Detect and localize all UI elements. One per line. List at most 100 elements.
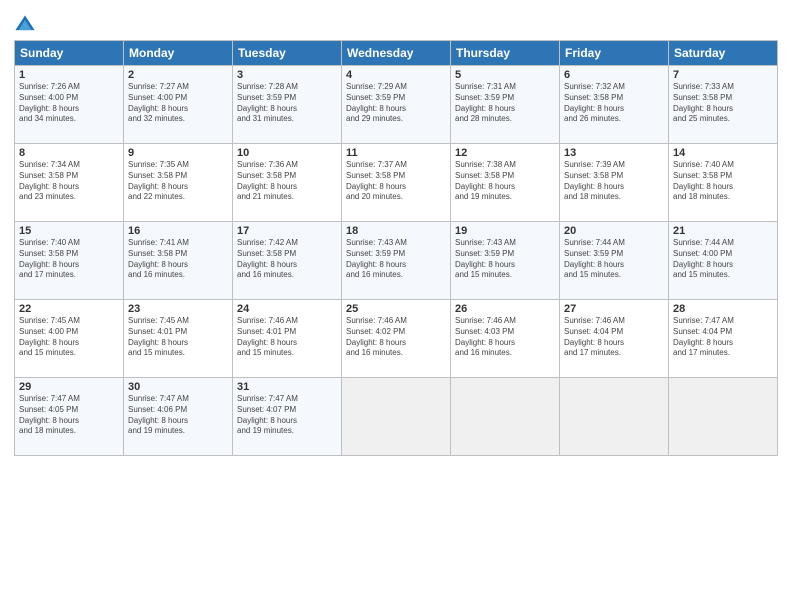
day-info: Sunrise: 7:46 AM Sunset: 4:03 PM Dayligh… xyxy=(455,316,555,359)
calendar-table: SundayMondayTuesdayWednesdayThursdayFrid… xyxy=(14,40,778,456)
weekday-header-wednesday: Wednesday xyxy=(342,41,451,66)
week-row-5: 29Sunrise: 7:47 AM Sunset: 4:05 PM Dayli… xyxy=(15,378,778,456)
day-cell: 23Sunrise: 7:45 AM Sunset: 4:01 PM Dayli… xyxy=(124,300,233,378)
day-number: 16 xyxy=(128,225,228,237)
weekday-header-saturday: Saturday xyxy=(669,41,778,66)
day-number: 15 xyxy=(19,225,119,237)
header-row xyxy=(14,10,778,36)
calendar-container: SundayMondayTuesdayWednesdayThursdayFrid… xyxy=(0,0,792,464)
day-number: 2 xyxy=(128,69,228,81)
day-number: 26 xyxy=(455,303,555,315)
day-number: 11 xyxy=(346,147,446,159)
day-info: Sunrise: 7:37 AM Sunset: 3:58 PM Dayligh… xyxy=(346,160,446,203)
day-cell: 11Sunrise: 7:37 AM Sunset: 3:58 PM Dayli… xyxy=(342,144,451,222)
day-cell: 9Sunrise: 7:35 AM Sunset: 3:58 PM Daylig… xyxy=(124,144,233,222)
day-info: Sunrise: 7:47 AM Sunset: 4:05 PM Dayligh… xyxy=(19,394,119,437)
day-number: 27 xyxy=(564,303,664,315)
day-number: 7 xyxy=(673,69,773,81)
day-number: 22 xyxy=(19,303,119,315)
day-number: 23 xyxy=(128,303,228,315)
day-info: Sunrise: 7:45 AM Sunset: 4:00 PM Dayligh… xyxy=(19,316,119,359)
day-info: Sunrise: 7:45 AM Sunset: 4:01 PM Dayligh… xyxy=(128,316,228,359)
week-row-3: 15Sunrise: 7:40 AM Sunset: 3:58 PM Dayli… xyxy=(15,222,778,300)
day-info: Sunrise: 7:35 AM Sunset: 3:58 PM Dayligh… xyxy=(128,160,228,203)
day-info: Sunrise: 7:26 AM Sunset: 4:00 PM Dayligh… xyxy=(19,82,119,125)
day-info: Sunrise: 7:38 AM Sunset: 3:58 PM Dayligh… xyxy=(455,160,555,203)
day-number: 20 xyxy=(564,225,664,237)
day-number: 28 xyxy=(673,303,773,315)
day-number: 31 xyxy=(237,381,337,393)
weekday-header-tuesday: Tuesday xyxy=(233,41,342,66)
logo xyxy=(14,14,39,36)
day-number: 1 xyxy=(19,69,119,81)
day-cell: 26Sunrise: 7:46 AM Sunset: 4:03 PM Dayli… xyxy=(451,300,560,378)
day-cell: 24Sunrise: 7:46 AM Sunset: 4:01 PM Dayli… xyxy=(233,300,342,378)
day-cell: 15Sunrise: 7:40 AM Sunset: 3:58 PM Dayli… xyxy=(15,222,124,300)
day-cell: 3Sunrise: 7:28 AM Sunset: 3:59 PM Daylig… xyxy=(233,66,342,144)
day-cell: 25Sunrise: 7:46 AM Sunset: 4:02 PM Dayli… xyxy=(342,300,451,378)
day-cell: 7Sunrise: 7:33 AM Sunset: 3:58 PM Daylig… xyxy=(669,66,778,144)
day-cell: 4Sunrise: 7:29 AM Sunset: 3:59 PM Daylig… xyxy=(342,66,451,144)
day-cell xyxy=(669,378,778,456)
day-cell: 19Sunrise: 7:43 AM Sunset: 3:59 PM Dayli… xyxy=(451,222,560,300)
day-cell: 14Sunrise: 7:40 AM Sunset: 3:58 PM Dayli… xyxy=(669,144,778,222)
day-number: 17 xyxy=(237,225,337,237)
day-number: 30 xyxy=(128,381,228,393)
day-cell xyxy=(342,378,451,456)
day-info: Sunrise: 7:41 AM Sunset: 3:58 PM Dayligh… xyxy=(128,238,228,281)
day-number: 21 xyxy=(673,225,773,237)
day-cell: 2Sunrise: 7:27 AM Sunset: 4:00 PM Daylig… xyxy=(124,66,233,144)
day-cell: 8Sunrise: 7:34 AM Sunset: 3:58 PM Daylig… xyxy=(15,144,124,222)
day-info: Sunrise: 7:40 AM Sunset: 3:58 PM Dayligh… xyxy=(673,160,773,203)
day-info: Sunrise: 7:32 AM Sunset: 3:58 PM Dayligh… xyxy=(564,82,664,125)
day-info: Sunrise: 7:39 AM Sunset: 3:58 PM Dayligh… xyxy=(564,160,664,203)
weekday-header-friday: Friday xyxy=(560,41,669,66)
weekday-header-row: SundayMondayTuesdayWednesdayThursdayFrid… xyxy=(15,41,778,66)
day-info: Sunrise: 7:47 AM Sunset: 4:06 PM Dayligh… xyxy=(128,394,228,437)
day-cell: 30Sunrise: 7:47 AM Sunset: 4:06 PM Dayli… xyxy=(124,378,233,456)
day-info: Sunrise: 7:34 AM Sunset: 3:58 PM Dayligh… xyxy=(19,160,119,203)
day-cell: 29Sunrise: 7:47 AM Sunset: 4:05 PM Dayli… xyxy=(15,378,124,456)
day-info: Sunrise: 7:44 AM Sunset: 3:59 PM Dayligh… xyxy=(564,238,664,281)
day-number: 8 xyxy=(19,147,119,159)
day-cell: 16Sunrise: 7:41 AM Sunset: 3:58 PM Dayli… xyxy=(124,222,233,300)
day-cell: 22Sunrise: 7:45 AM Sunset: 4:00 PM Dayli… xyxy=(15,300,124,378)
weekday-header-thursday: Thursday xyxy=(451,41,560,66)
day-info: Sunrise: 7:44 AM Sunset: 4:00 PM Dayligh… xyxy=(673,238,773,281)
day-info: Sunrise: 7:46 AM Sunset: 4:01 PM Dayligh… xyxy=(237,316,337,359)
day-cell: 18Sunrise: 7:43 AM Sunset: 3:59 PM Dayli… xyxy=(342,222,451,300)
day-cell: 10Sunrise: 7:36 AM Sunset: 3:58 PM Dayli… xyxy=(233,144,342,222)
day-cell: 13Sunrise: 7:39 AM Sunset: 3:58 PM Dayli… xyxy=(560,144,669,222)
day-info: Sunrise: 7:47 AM Sunset: 4:04 PM Dayligh… xyxy=(673,316,773,359)
day-cell: 21Sunrise: 7:44 AM Sunset: 4:00 PM Dayli… xyxy=(669,222,778,300)
logo-icon xyxy=(14,14,36,36)
day-number: 18 xyxy=(346,225,446,237)
day-info: Sunrise: 7:40 AM Sunset: 3:58 PM Dayligh… xyxy=(19,238,119,281)
week-row-4: 22Sunrise: 7:45 AM Sunset: 4:00 PM Dayli… xyxy=(15,300,778,378)
day-number: 4 xyxy=(346,69,446,81)
day-number: 9 xyxy=(128,147,228,159)
day-info: Sunrise: 7:29 AM Sunset: 3:59 PM Dayligh… xyxy=(346,82,446,125)
day-number: 14 xyxy=(673,147,773,159)
day-cell: 31Sunrise: 7:47 AM Sunset: 4:07 PM Dayli… xyxy=(233,378,342,456)
day-info: Sunrise: 7:36 AM Sunset: 3:58 PM Dayligh… xyxy=(237,160,337,203)
day-info: Sunrise: 7:27 AM Sunset: 4:00 PM Dayligh… xyxy=(128,82,228,125)
day-number: 10 xyxy=(237,147,337,159)
weekday-header-sunday: Sunday xyxy=(15,41,124,66)
day-cell: 12Sunrise: 7:38 AM Sunset: 3:58 PM Dayli… xyxy=(451,144,560,222)
day-info: Sunrise: 7:42 AM Sunset: 3:58 PM Dayligh… xyxy=(237,238,337,281)
day-cell: 6Sunrise: 7:32 AM Sunset: 3:58 PM Daylig… xyxy=(560,66,669,144)
day-number: 12 xyxy=(455,147,555,159)
day-cell: 20Sunrise: 7:44 AM Sunset: 3:59 PM Dayli… xyxy=(560,222,669,300)
week-row-2: 8Sunrise: 7:34 AM Sunset: 3:58 PM Daylig… xyxy=(15,144,778,222)
day-number: 6 xyxy=(564,69,664,81)
day-info: Sunrise: 7:43 AM Sunset: 3:59 PM Dayligh… xyxy=(455,238,555,281)
day-cell: 17Sunrise: 7:42 AM Sunset: 3:58 PM Dayli… xyxy=(233,222,342,300)
day-number: 5 xyxy=(455,69,555,81)
day-number: 3 xyxy=(237,69,337,81)
day-number: 13 xyxy=(564,147,664,159)
week-row-1: 1Sunrise: 7:26 AM Sunset: 4:00 PM Daylig… xyxy=(15,66,778,144)
day-number: 19 xyxy=(455,225,555,237)
day-cell xyxy=(560,378,669,456)
day-number: 29 xyxy=(19,381,119,393)
